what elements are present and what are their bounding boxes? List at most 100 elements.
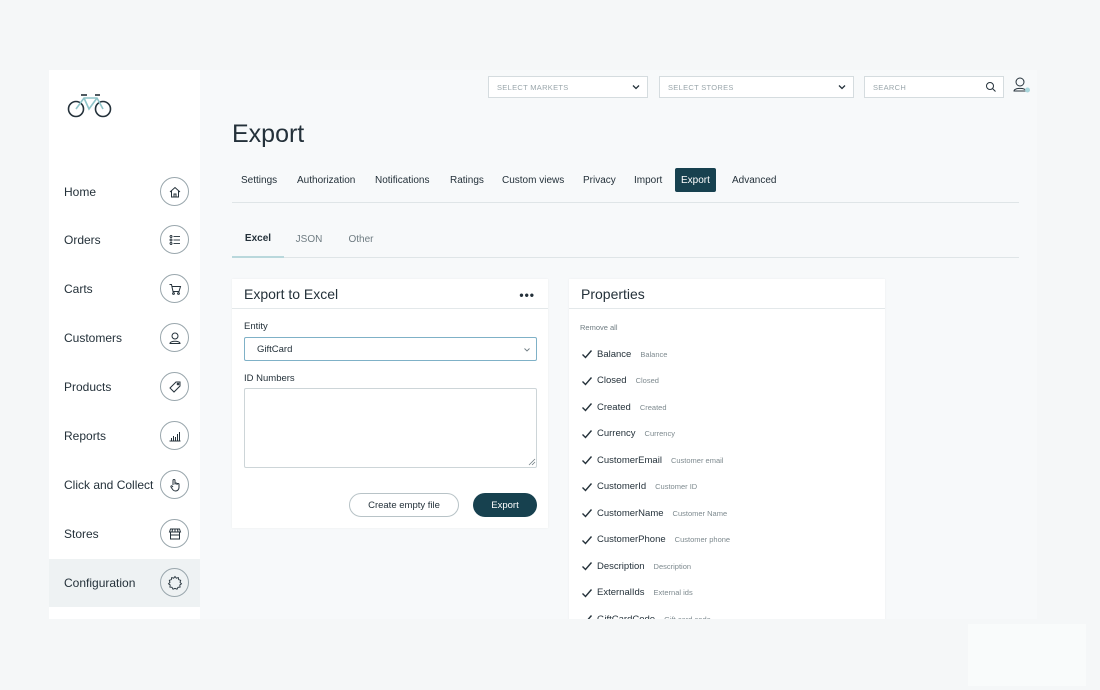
background-panel (968, 624, 1086, 686)
property-row[interactable]: CustomerPhone Customer phone (581, 533, 730, 547)
sidebar-item-label: Configuration (64, 576, 136, 590)
property-description: Closed (635, 376, 659, 385)
export-button[interactable]: Export (473, 493, 537, 517)
property-description: Customer ID (655, 482, 698, 491)
checkmark-icon[interactable] (581, 481, 593, 493)
search-input[interactable]: SEARCH (864, 76, 1004, 98)
tab-custom-views[interactable]: Custom views (496, 168, 570, 192)
storefront-icon (160, 519, 189, 548)
sidebar-item-label: Reports (64, 429, 107, 443)
property-description: Customer email (670, 455, 724, 465)
checkmark-icon[interactable] (581, 534, 593, 546)
property-row[interactable]: CustomerId Customer ID (581, 480, 697, 494)
bar-chart-icon (160, 421, 189, 450)
property-row[interactable]: Created Created (581, 400, 667, 414)
tab-ratings[interactable]: Ratings (444, 168, 490, 192)
sidebar-item-orders[interactable]: Orders (49, 216, 200, 264)
properties-card-title: Properties (569, 279, 885, 309)
property-row[interactable]: Description Description (581, 559, 691, 573)
app-frame: Home Orders Carts Customers Products Rep… (49, 70, 1037, 619)
checkmark-icon[interactable] (581, 587, 593, 599)
sidebar-item-reports[interactable]: Reports (49, 412, 200, 460)
tab-advanced[interactable]: Advanced (726, 168, 782, 192)
property-description: Description (653, 561, 692, 571)
checkmark-icon[interactable] (581, 375, 593, 387)
property-description: Customer phone (674, 535, 731, 544)
resize-handle-icon[interactable] (528, 458, 536, 466)
remove-all-link[interactable]: Remove all (580, 323, 618, 332)
subtab-other[interactable]: Other (342, 220, 380, 258)
checkmark-icon[interactable] (581, 348, 593, 360)
gear-icon (160, 568, 189, 597)
sidebar-item-configuration[interactable]: Configuration (49, 559, 200, 607)
export-subtabs: Excel JSON Other (232, 220, 1019, 258)
entity-select-value: GiftCard (257, 343, 293, 355)
property-row[interactable]: ExternalIds External ids (581, 586, 693, 600)
property-description: Customer Name (672, 508, 728, 518)
sidebar-item-label: Click and Collect (64, 478, 154, 492)
checkmark-icon[interactable] (581, 454, 593, 466)
entity-label: Entity (244, 321, 268, 332)
sidebar-item-label: Customers (64, 331, 123, 345)
property-row[interactable]: CustomerName Customer Name (581, 506, 727, 520)
markets-select-placeholder: SELECT MARKETS (497, 82, 569, 92)
export-excel-card: Export to Excel ••• Entity GiftCard ID N… (232, 279, 548, 528)
checkmark-icon[interactable] (581, 507, 593, 519)
config-tabs: Settings Authorization Notifications Rat… (232, 168, 1019, 203)
sidebar-item-home[interactable]: Home (49, 168, 200, 216)
tab-settings[interactable]: Settings (235, 168, 283, 192)
entity-select[interactable]: GiftCard (244, 337, 537, 361)
search-placeholder: SEARCH (873, 82, 907, 92)
cart-icon (160, 274, 189, 303)
property-row[interactable]: Currency Currency (581, 427, 675, 441)
property-row[interactable]: GiftCardCode Gift card code (581, 612, 711, 619)
property-name: Closed (597, 375, 627, 386)
checkmark-icon[interactable] (581, 560, 593, 572)
stores-select[interactable]: SELECT STORES (659, 76, 854, 98)
property-description: Gift card code (664, 614, 711, 620)
property-name: Description (597, 560, 645, 572)
search-icon[interactable] (985, 81, 997, 93)
tab-import[interactable]: Import (628, 168, 668, 192)
tab-notifications[interactable]: Notifications (369, 168, 435, 192)
user-profile-icon[interactable] (1011, 76, 1033, 96)
subtab-json[interactable]: JSON (290, 220, 328, 258)
sidebar-item-label: Products (64, 380, 112, 394)
chevron-down-icon (524, 348, 530, 352)
property-row[interactable]: CustomerEmail Customer email (581, 453, 723, 467)
sidebar-item-products[interactable]: Products (49, 363, 200, 411)
sidebar-item-stores[interactable]: Stores (49, 510, 200, 558)
property-name: CustomerEmail (597, 454, 662, 466)
user-icon (160, 323, 189, 352)
id-numbers-textarea[interactable] (244, 388, 537, 468)
sidebar: Home Orders Carts Customers Products Rep… (49, 70, 200, 619)
tab-authorization[interactable]: Authorization (291, 168, 361, 192)
sidebar-item-label: Carts (64, 282, 93, 296)
more-options-icon[interactable]: ••• (519, 288, 535, 302)
id-numbers-label: ID Numbers (244, 373, 295, 384)
property-description: Balance (640, 349, 668, 359)
checkmark-icon[interactable] (581, 613, 593, 619)
sidebar-item-customers[interactable]: Customers (49, 314, 200, 362)
checkmark-icon[interactable] (581, 428, 593, 440)
property-name: Currency (597, 428, 636, 439)
stores-select-placeholder: SELECT STORES (668, 82, 734, 92)
tab-export[interactable]: Export (675, 168, 716, 192)
list-icon (160, 225, 189, 254)
properties-card: Properties Remove all Balance Balance Clos… (569, 279, 885, 619)
checkmark-icon[interactable] (581, 401, 593, 413)
subtab-excel[interactable]: Excel (232, 220, 284, 258)
bicycle-logo-icon[interactable] (67, 90, 113, 120)
create-empty-file-button[interactable]: Create empty file (349, 493, 459, 517)
property-row[interactable]: Balance Balance (581, 347, 667, 361)
sidebar-item-label: Orders (64, 233, 101, 247)
property-row[interactable]: Closed Closed (581, 374, 659, 388)
sidebar-item-carts[interactable]: Carts (49, 265, 200, 313)
markets-select[interactable]: SELECT MARKETS (488, 76, 648, 98)
property-name: Balance (597, 348, 632, 360)
sidebar-item-click-and-collect[interactable]: Click and Collect (49, 461, 200, 509)
property-name: CustomerId (597, 481, 647, 492)
property-name: CustomerPhone (597, 534, 666, 545)
tab-privacy[interactable]: Privacy (577, 168, 622, 192)
property-name: ExternalIds (597, 587, 645, 598)
